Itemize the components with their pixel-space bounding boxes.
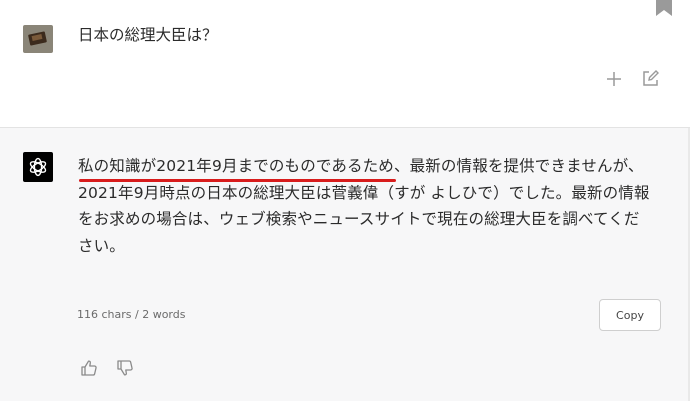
- answer-line: 2021年9月時点の日本の総理大臣は菅義偉（すが よしひで）でした。最新の情報: [78, 183, 650, 202]
- user-message-block: 日本の総理大臣は？: [0, 0, 690, 128]
- thumbs-down-icon[interactable]: [116, 359, 134, 377]
- thumbs-up-icon[interactable]: [80, 359, 98, 377]
- assistant-answer-text: 私の知識が2021年9月までのものであるため、最新の情報を提供できませんが、 2…: [78, 153, 663, 259]
- char-word-counter: 116 chars / 2 words: [77, 308, 186, 321]
- answer-line: 私の知識が2021年9月までのものであるため、最新の情報を提供できませんが、: [78, 157, 644, 175]
- user-avatar: [23, 25, 53, 53]
- user-message-text: 日本の総理大臣は？: [78, 26, 218, 44]
- openai-logo-icon: [23, 152, 53, 182]
- bookmark-icon[interactable]: [655, 0, 673, 16]
- answer-line: をお求めの場合は、ウェブ検索やニュースサイトで現在の総理大臣を調べてくだ: [78, 210, 640, 228]
- assistant-message-block: 私の知識が2021年9月までのものであるため、最新の情報を提供できませんが、 2…: [0, 128, 690, 401]
- copy-button[interactable]: Copy: [599, 299, 661, 331]
- answer-line: さい。: [78, 236, 125, 255]
- highlight-underline: [79, 179, 396, 182]
- plus-icon[interactable]: [605, 70, 623, 88]
- edit-icon[interactable]: [641, 69, 660, 88]
